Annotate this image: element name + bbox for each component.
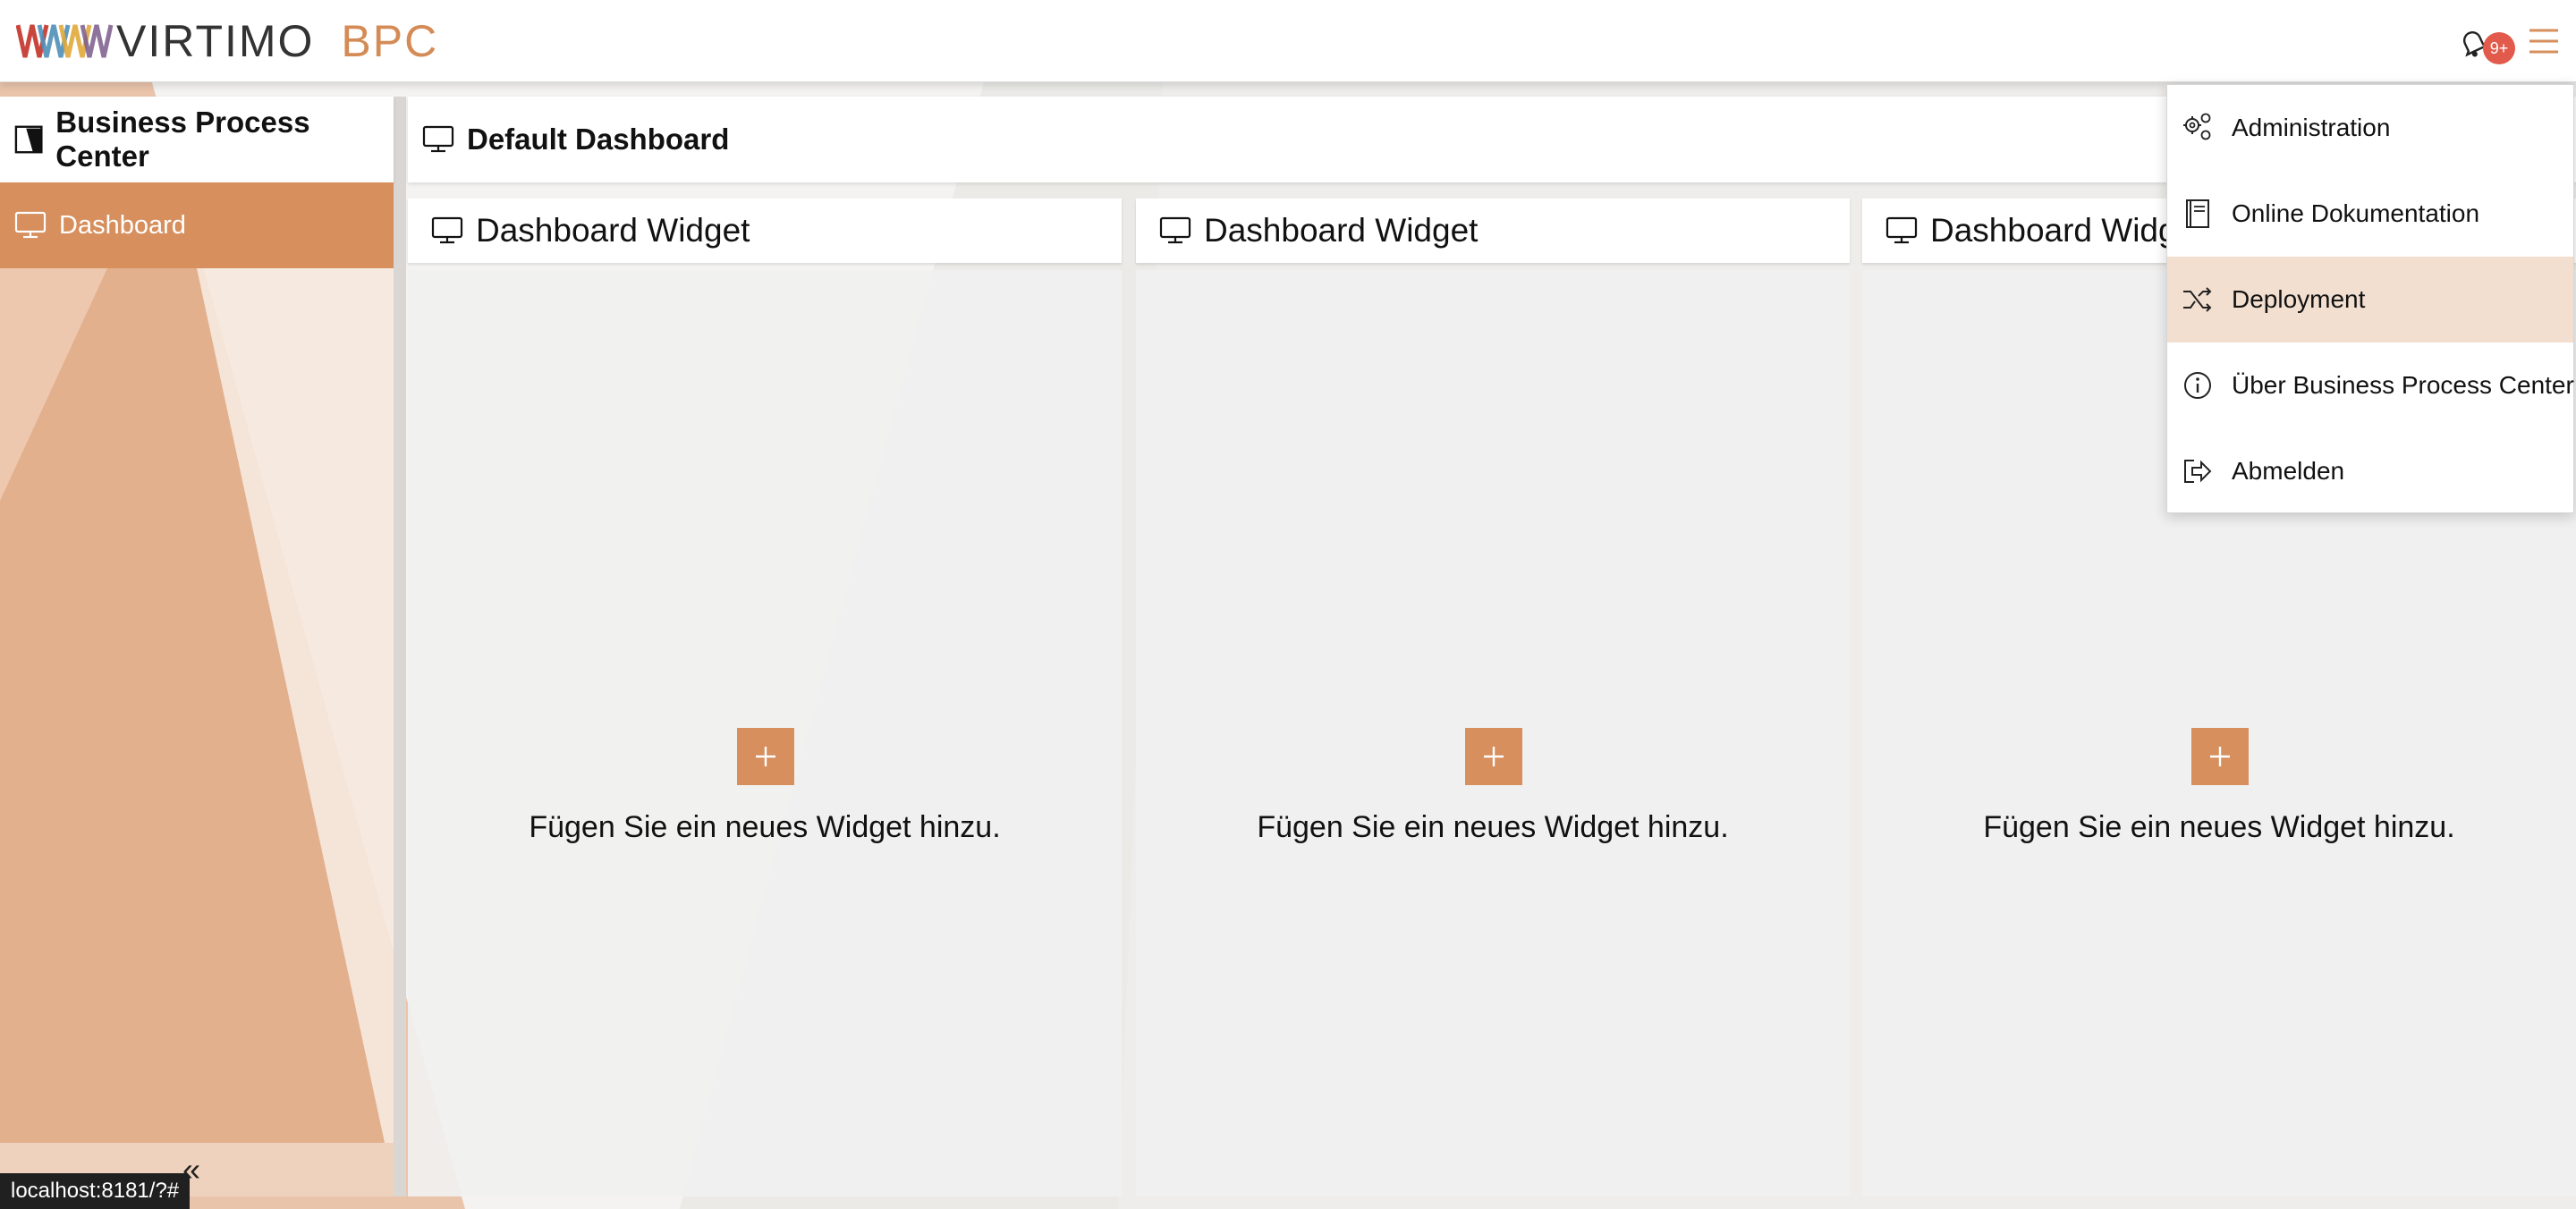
plus-icon (756, 747, 775, 766)
notifications-button[interactable]: 9+ (2453, 21, 2515, 66)
plus-icon (1484, 747, 1504, 766)
sidebar-item-dashboard[interactable]: Dashboard (0, 182, 394, 268)
widget-body: Fügen Sie ein neues Widget hinzu. (408, 270, 1122, 1196)
dashboard-widget: Dashboard Widget Fügen Sie ein neues Wid… (1136, 199, 1850, 1196)
add-widget-hint: Fügen Sie ein neues Widget hinzu. (1983, 810, 2455, 844)
monitor-icon (1159, 216, 1191, 244)
bpc-logo-icon (14, 125, 43, 154)
shuffle-icon (2183, 287, 2212, 312)
sidebar-divider[interactable] (394, 97, 406, 1196)
menu-item-online-documentation[interactable]: Online Dokumentation (2167, 171, 2573, 257)
dashboard-title: Default Dashboard (467, 123, 730, 156)
add-widget-button[interactable] (2191, 728, 2249, 785)
add-widget-button[interactable] (1465, 728, 1522, 785)
widget-title: Dashboard Widget (476, 212, 750, 249)
sidebar-item-label: Dashboard (59, 210, 186, 240)
dashboard-widget: Dashboard Widget Fügen Sie ein neues Wid… (408, 199, 1122, 1196)
plus-icon (2210, 747, 2230, 766)
widget-header: Dashboard Widget (1136, 199, 1850, 263)
menu-item-logout[interactable]: Abmelden (2167, 428, 2573, 514)
gears-icon (2183, 113, 2211, 140)
virtimo-logo-mark-icon (16, 24, 114, 58)
logout-icon (2184, 460, 2212, 483)
widget-title: Dashboard Widget (1204, 212, 1479, 249)
hamburger-icon (2529, 29, 2558, 54)
browser-status-url: localhost:8181/?# (0, 1173, 191, 1209)
add-widget-hint: Fügen Sie ein neues Widget hinzu. (529, 810, 1001, 844)
monitor-icon (14, 211, 47, 239)
sidebar: Business Process Center Dashboard « (0, 97, 394, 1196)
virtimo-logo[interactable]: VIRTIMO BPC (16, 14, 438, 68)
menu-item-label: Online Dokumentation (2232, 199, 2480, 227)
notification-badge: 9+ (2483, 32, 2515, 64)
sidebar-title: Business Process Center (55, 106, 310, 173)
user-menu-dropdown: Administration Online Dokumentation Depl… (2166, 84, 2574, 513)
brand-name: VIRTIMO (116, 16, 315, 66)
menu-item-administration[interactable]: Administration (2167, 85, 2573, 171)
menu-item-deployment[interactable]: Deployment (2167, 257, 2573, 342)
menu-item-label: Über Business Process Center (2232, 371, 2574, 399)
monitor-icon (431, 216, 463, 244)
add-widget-button[interactable] (737, 728, 794, 785)
info-icon (2184, 372, 2211, 399)
add-widget-hint: Fügen Sie ein neues Widget hinzu. (1257, 810, 1729, 844)
menu-item-label: Administration (2232, 114, 2391, 141)
hamburger-menu-button[interactable] (2524, 23, 2563, 59)
sidebar-body (0, 268, 394, 1143)
book-icon (2186, 199, 2209, 228)
monitor-icon (422, 125, 454, 153)
menu-item-label: Deployment (2232, 285, 2366, 313)
product-name: BPC (341, 16, 439, 66)
widget-title: Dashboard Widget (1930, 212, 2205, 249)
sidebar-header: Business Process Center (0, 97, 394, 182)
monitor-icon (1885, 216, 1918, 244)
widget-body: Fügen Sie ein neues Widget hinzu. (1136, 270, 1850, 1196)
top-header: VIRTIMO BPC 9+ (0, 0, 2576, 82)
widget-header: Dashboard Widget (408, 199, 1122, 263)
menu-item-label: Abmelden (2232, 457, 2345, 485)
menu-item-about[interactable]: Über Business Process Center (2167, 342, 2574, 428)
